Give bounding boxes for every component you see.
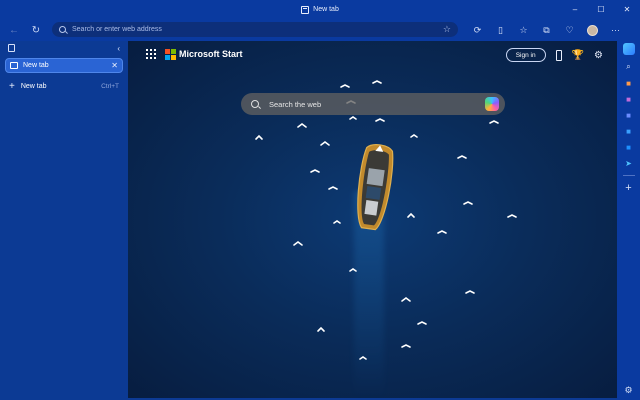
- outlook-rail-icon[interactable]: ■: [617, 139, 640, 155]
- seagulls: [255, 80, 517, 360]
- favorite-star-icon[interactable]: ☆: [443, 24, 451, 35]
- address-bar[interactable]: Search or enter web address ☆: [52, 22, 458, 37]
- address-placeholder: Search or enter web address: [72, 26, 162, 33]
- rail-items: ⌕ ■ ■ ■ ■ ■ ➤: [617, 59, 640, 171]
- send-rail-icon[interactable]: ➤: [617, 155, 640, 171]
- microsoft-logo-icon: [165, 49, 176, 60]
- refresh-button[interactable]: ↻: [26, 20, 46, 40]
- rail-divider: [622, 175, 635, 176]
- rewards-icon[interactable]: 🏆: [572, 50, 584, 61]
- boat: [357, 144, 394, 231]
- ntp-header-right: Sign in 🏆 ⚙: [505, 48, 603, 62]
- app-launcher-icon[interactable]: [146, 49, 156, 59]
- collapse-pane-button[interactable]: ‹: [117, 44, 120, 53]
- minimize-button[interactable]: –: [562, 0, 588, 19]
- search-rail-icon[interactable]: ⌕: [617, 59, 640, 75]
- new-tab-page: Microsoft Start Sign in 🏆 ⚙ Search the w…: [128, 41, 617, 398]
- tab-favicon-icon: [10, 62, 18, 69]
- maximize-button[interactable]: ☐: [588, 0, 614, 19]
- new-tab-shortcut: Ctrl+T: [101, 82, 119, 90]
- back-button[interactable]: ←: [4, 20, 24, 40]
- window-title: New tab: [301, 5, 339, 14]
- more-menu-button[interactable]: ···: [604, 21, 627, 39]
- tools-rail-icon[interactable]: ■: [617, 91, 640, 107]
- copilot-icon[interactable]: [485, 97, 499, 111]
- ntp-header-left: Microsoft Start: [146, 49, 243, 60]
- split-screen-icon[interactable]: ▯: [489, 21, 512, 39]
- title-bar: New tab – ☐ ✕: [0, 0, 640, 19]
- extensions-icon[interactable]: ⟳: [466, 21, 489, 39]
- settings-icon[interactable]: ⚙: [594, 50, 603, 61]
- browser-toolbar: ← ↻ Search or enter web address ☆ ⟳ ▯ ☆ …: [0, 19, 640, 41]
- new-tab-button[interactable]: + New tab Ctrl+T: [5, 79, 123, 93]
- search-placeholder: Search the web: [269, 99, 322, 109]
- rail-settings-icon[interactable]: ⚙: [617, 385, 640, 396]
- profile-button[interactable]: [581, 21, 604, 39]
- vertical-tabs-pane: ‹ New tab ✕ + New tab Ctrl+T: [0, 41, 128, 400]
- copilot-rail-icon[interactable]: [622, 43, 635, 55]
- phone-icon[interactable]: [555, 49, 562, 61]
- brand-name[interactable]: Microsoft Start: [179, 49, 243, 59]
- collections-icon[interactable]: ⧉: [535, 21, 558, 39]
- edge-sidebar: ⌕ ■ ■ ■ ■ ■ ➤ + ⚙: [617, 41, 640, 400]
- favorites-icon[interactable]: ☆: [512, 21, 535, 39]
- window-controls: – ☐ ✕: [562, 0, 640, 19]
- tab-new-tab[interactable]: New tab ✕: [5, 58, 123, 73]
- toolbar-icons: ⟳ ▯ ☆ ⧉ ♡ ···: [466, 21, 627, 39]
- shopping-rail-icon[interactable]: ■: [617, 75, 640, 91]
- close-tab-button[interactable]: ✕: [111, 61, 118, 70]
- tab-actions-icon[interactable]: [8, 44, 15, 52]
- vertical-tabs-header: ‹: [0, 41, 128, 55]
- browser-essentials-icon[interactable]: ♡: [558, 21, 581, 39]
- tab-label: New tab: [23, 62, 49, 69]
- web-search-box[interactable]: Search the web: [241, 93, 505, 115]
- office-rail-icon[interactable]: ■: [617, 123, 640, 139]
- tab-icon: [301, 5, 310, 14]
- search-icon: [251, 100, 259, 108]
- plus-icon: +: [9, 80, 15, 92]
- add-rail-app-button[interactable]: +: [617, 180, 640, 196]
- window-title-text: New tab: [313, 6, 339, 13]
- sign-in-button[interactable]: Sign in: [505, 48, 546, 62]
- new-tab-label: New tab: [20, 82, 47, 90]
- close-window-button[interactable]: ✕: [614, 0, 640, 19]
- avatar: [587, 24, 598, 36]
- search-icon: [59, 26, 66, 33]
- games-rail-icon[interactable]: ■: [617, 107, 640, 123]
